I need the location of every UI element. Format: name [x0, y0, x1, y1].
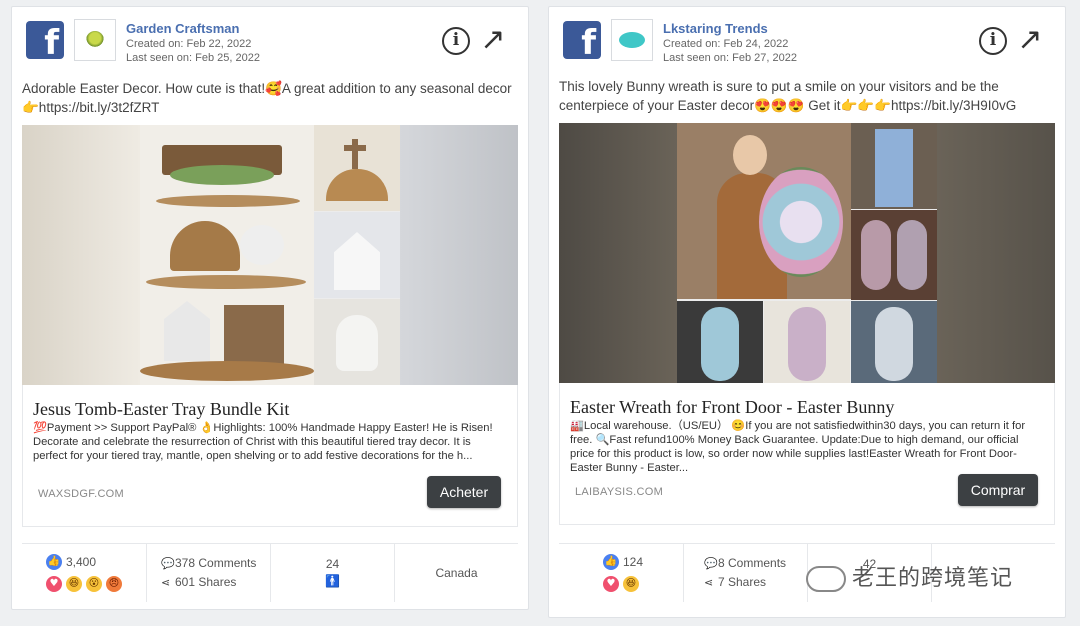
comments-count: 378 Comments: [175, 556, 257, 570]
tray-photo: [140, 125, 314, 385]
ad-card-1: f Garden Craftsman Created on: Feb 22, 2…: [11, 6, 529, 610]
like-icon: 👍: [603, 554, 619, 570]
woman-wreath-photo: [677, 123, 851, 299]
page-name[interactable]: Lkstaring Trends: [663, 21, 768, 36]
haha-icon: 😆: [66, 576, 82, 592]
tomb-thumb: [314, 125, 400, 211]
door-thumb-2: [851, 210, 937, 300]
comments-shares-cell[interactable]: 💬378 Comments ⋖ 601 Shares: [147, 544, 271, 602]
angry-icon: 😠: [106, 576, 122, 592]
link-title[interactable]: Jesus Tomb-Easter Tray Bundle Kit: [33, 399, 289, 420]
country: Canada: [435, 566, 478, 580]
engagement-stats: 👍 3,400 ♥ 😆 😮 😠 💬378 Comments ⋖ 601 Share…: [22, 543, 518, 602]
person-icon: 🚹: [325, 574, 340, 588]
audience-count: 24: [325, 557, 340, 571]
watermark-text: 老王的跨境笔记: [852, 566, 1014, 591]
ad-image[interactable]: [22, 125, 518, 385]
reactions-count: 124: [623, 555, 644, 569]
reactions-cell[interactable]: 👍 124 ♥ 😆: [559, 544, 684, 602]
church-thumb: [314, 212, 400, 298]
share-nodes-icon: ⋖: [704, 576, 714, 589]
card-header: f Lkstaring Trends Created on: Feb 24, 2…: [563, 19, 1051, 64]
country-cell: Canada: [395, 544, 518, 602]
post-text: Adorable Easter Decor. How cute is that!…: [22, 81, 512, 115]
haha-icon: 😆: [623, 576, 639, 592]
reactions-cell[interactable]: 👍 3,400 ♥ 😆 😮 😠: [22, 544, 147, 602]
link-domain: WAXSDGF.COM: [38, 488, 125, 500]
card-header: f Garden Craftsman Created on: Feb 22, 2…: [26, 19, 514, 64]
love-icon: ♥: [603, 576, 619, 592]
comments-shares-cell[interactable]: 💬8 Comments ⋖ 7 Shares: [684, 544, 808, 602]
link-preview[interactable]: Jesus Tomb-Easter Tray Bundle Kit 💯Payme…: [22, 385, 518, 527]
cta-button[interactable]: Acheter: [427, 476, 501, 508]
watermark: 老王的跨境笔记: [806, 560, 1056, 594]
shares-count: 7 Shares: [718, 575, 767, 589]
love-icon: ♥: [46, 576, 62, 592]
post-text: This lovely Bunny wreath is sure to put …: [559, 79, 1017, 113]
info-icon[interactable]: i: [979, 27, 1007, 55]
angel-thumb: [314, 299, 400, 385]
last-seen-date: Last seen on: Feb 27, 2022: [663, 52, 797, 64]
link-description: 💯Payment >> Support PayPal® 👌Highlights:…: [33, 422, 493, 462]
image-left-panel: [22, 125, 140, 385]
image-right-panel: [937, 123, 1055, 383]
brand-logo-icon: [619, 32, 645, 48]
reactions-count: 3,400: [66, 555, 97, 569]
wechat-icon: [806, 566, 846, 592]
link-preview[interactable]: Easter Wreath for Front Door - Easter Bu…: [559, 383, 1055, 525]
door-thumb-4: [764, 301, 850, 383]
avatar[interactable]: [611, 19, 653, 61]
share-nodes-icon: ⋖: [161, 576, 171, 589]
created-date: Created on: Feb 22, 2022: [126, 38, 252, 50]
image-right-panel: [400, 125, 518, 385]
info-icon[interactable]: i: [442, 27, 470, 55]
door-thumb-5: [851, 301, 937, 383]
external-arrow-icon[interactable]: ↗: [1017, 25, 1043, 55]
cta-button[interactable]: Comprar: [958, 474, 1038, 506]
door-thumb-3: [677, 301, 763, 383]
facebook-logo-icon: f: [26, 21, 64, 59]
page-name[interactable]: Garden Craftsman: [126, 21, 239, 36]
lightbulb-logo-icon: [86, 31, 104, 49]
comment-bubble-icon: 💬: [704, 557, 718, 570]
image-left-panel: [559, 123, 677, 383]
door-thumb-1: [851, 123, 937, 209]
facebook-logo-icon: f: [563, 21, 601, 59]
like-icon: 👍: [46, 554, 62, 570]
created-date: Created on: Feb 24, 2022: [663, 38, 789, 50]
wow-icon: 😮: [86, 576, 102, 592]
shares-count: 601 Shares: [175, 575, 237, 589]
ad-image[interactable]: [559, 123, 1055, 383]
comment-bubble-icon: 💬: [161, 557, 175, 570]
last-seen-date: Last seen on: Feb 25, 2022: [126, 52, 260, 64]
link-description: 🏭Local warehouse.（US/EU） 😊If you are not…: [570, 420, 1026, 474]
comments-count: 8 Comments: [718, 556, 787, 570]
audience-cell: 24 🚹: [271, 544, 395, 602]
external-arrow-icon[interactable]: ↗: [480, 25, 506, 55]
link-title[interactable]: Easter Wreath for Front Door - Easter Bu…: [570, 397, 894, 418]
avatar[interactable]: [74, 19, 116, 61]
link-domain: LAIBAYSIS.COM: [575, 486, 664, 498]
ad-card-2: f Lkstaring Trends Created on: Feb 24, 2…: [548, 6, 1066, 618]
